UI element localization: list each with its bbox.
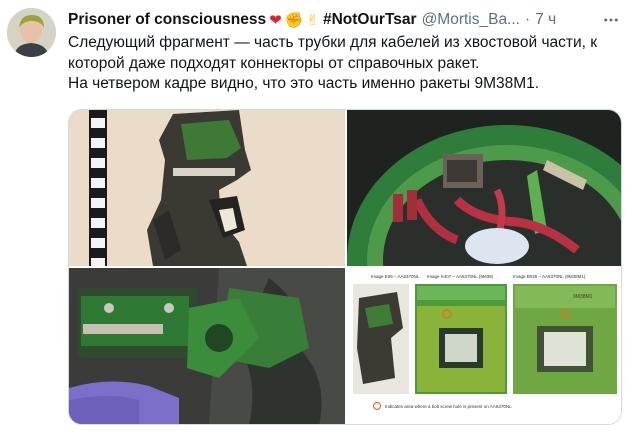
tweet: Prisoner of consciousness ❤ ✊ ✌ #NotOurT… — [0, 0, 640, 433]
separator-dot: · — [525, 11, 531, 28]
svg-text:9M38M1: 9M38M1 — [573, 294, 593, 300]
user-handle[interactable]: @Mortis_Ba... — [422, 11, 520, 29]
victory-hand-emoji-icon: ✌ — [306, 11, 319, 29]
image4-right-heading: Image B026 – AA6370NL (9M38M1) — [513, 274, 586, 279]
tweet-text-line: На четвером кадре видно, что это часть и… — [68, 75, 540, 92]
tweet-text: Следующий фрагмент — часть трубки для ка… — [68, 33, 628, 95]
tweet-timestamp[interactable]: 7 ч — [535, 11, 556, 29]
image4-legend: Indicates area where a bolt screw hole i… — [385, 404, 512, 409]
tweet-text-line: которой даже подходят коннекторы от спра… — [68, 54, 480, 72]
image4-left-heading: Image E06 – AA6370NL — [371, 274, 420, 279]
media-photo-2[interactable] — [347, 110, 621, 266]
media-grid: Image E06 – AA6370NL Image K407 – AA6370… — [68, 109, 622, 425]
image4-mid-heading: Image K407 – AA6370NL (9M38) — [427, 274, 494, 279]
media-photo-3[interactable] — [69, 268, 345, 424]
tweet-header: Prisoner of consciousness ❤ ✊ ✌ #NotOurT… — [68, 8, 623, 32]
avatar[interactable] — [7, 8, 56, 57]
tweet-text-line: Следующий фрагмент — часть трубки для ка… — [68, 34, 598, 51]
fist-emoji-icon: ✊ — [284, 11, 304, 29]
media-photo-1[interactable] — [69, 110, 345, 266]
more-options-icon[interactable] — [599, 8, 623, 32]
name-hashtag: #NotOurTsar — [322, 11, 417, 28]
display-name[interactable]: Prisoner of consciousness — [68, 11, 266, 29]
heart-emoji-icon: ❤ — [269, 11, 282, 29]
media-photo-4[interactable]: Image E06 – AA6370NL Image K407 – AA6370… — [347, 268, 621, 424]
